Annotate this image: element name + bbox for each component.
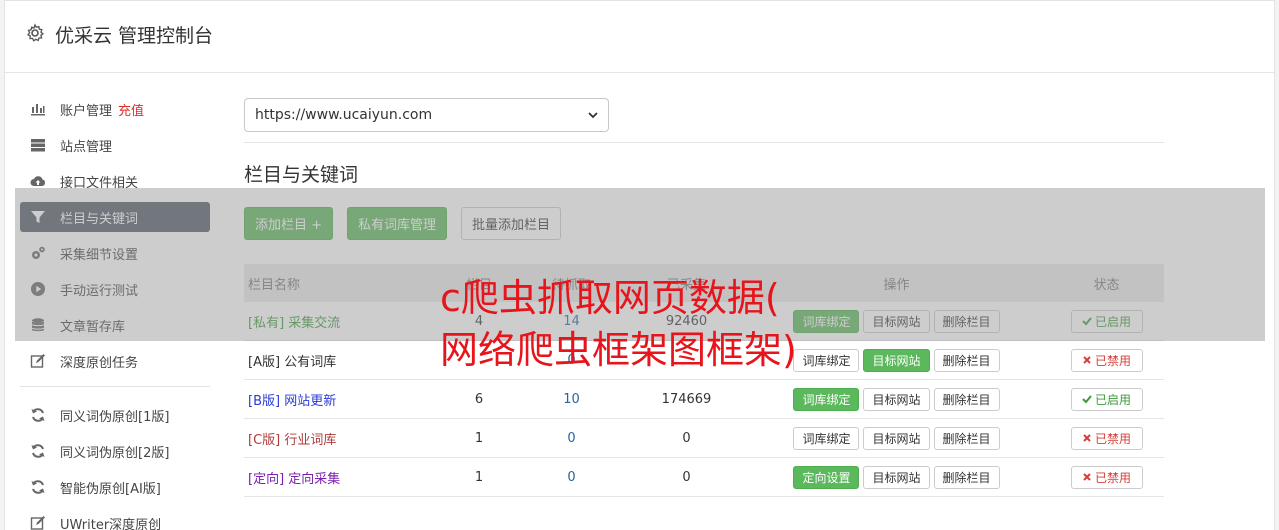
status-cell: 已禁用 [1049,465,1164,489]
gear-icon [27,23,45,42]
target-site-button[interactable]: 目标网站 [863,348,930,372]
column-name[interactable]: [B版] 网站更新 [244,390,444,409]
row-actions: 词库绑定 目标网站 删除栏目 [744,426,1049,450]
watermark-text: c爬虫抓取网页数据( 网络爬虫框架图框架) [440,272,797,376]
cell-col4: 0 [682,430,691,446]
bind-lib-button[interactable]: 词库绑定 [793,348,860,372]
bar-chart-icon [31,104,45,116]
table-row: [C版] 行业词库 1 0 0 词库绑定 目标网站 删除栏目 已禁用 [244,419,1164,458]
sidebar-divider [20,386,210,387]
edit-icon [30,516,45,530]
table-row: [定向] 定向采集 1 0 0 定向设置 目标网站 删除栏目 已禁用 [244,458,1164,497]
status-label: 已启用 [1094,392,1131,407]
check-icon [1082,395,1092,404]
column-name[interactable]: [C版] 行业词库 [244,429,444,448]
delete-column-button[interactable]: 删除栏目 [933,348,1000,372]
sidebar-item-label: UWriter深度原创 [60,517,162,530]
cell-col2: 6 [474,391,484,407]
column-title: 定向采集 [288,471,341,487]
delete-column-button[interactable]: 删除栏目 [933,387,1000,411]
cloud-upload-icon [30,176,46,186]
site-select[interactable]: https://www.ucaiyun.com [244,98,609,132]
cell-col4: 174669 [661,391,712,407]
table-row: [B版] 网站更新 6 10 174669 词库绑定 目标网站 删除栏目 已启用 [244,380,1164,419]
watermark-line-1: c爬虫抓取网页数据( [440,276,780,320]
target-site-button[interactable]: 目标网站 [863,387,930,411]
column-tag: [定向] [248,471,285,487]
status-toggle-button[interactable]: 已禁用 [1070,465,1143,489]
refresh-icon [31,444,45,458]
chevron-down-icon [588,112,598,119]
cell-col2: 1 [474,430,484,446]
column-title: 网站更新 [284,393,337,409]
cell-col3[interactable]: 10 [514,392,629,407]
x-icon [1083,434,1091,442]
column-tag: [A版] [248,354,281,370]
cell-col3[interactable]: 0 [514,431,629,446]
sidebar-item-deep-original[interactable]: 深度原创任务 [20,346,210,376]
sidebar-item-label: 账户管理 [60,103,113,119]
watermark-line-2: 网络爬虫框架图框架) [440,328,797,372]
delete-column-button[interactable]: 删除栏目 [933,465,1000,489]
column-title: 行业词库 [284,432,337,448]
section-title: 栏目与关键词 [244,164,359,186]
x-icon [1083,473,1091,481]
status-toggle-button[interactable]: 已禁用 [1070,348,1143,372]
target-site-button[interactable]: 目标网站 [863,426,930,450]
bind-lib-button[interactable]: 定向设置 [793,465,860,489]
status-cell: 已禁用 [1049,426,1164,450]
target-site-button[interactable]: 目标网站 [863,465,930,489]
row-actions: 词库绑定 目标网站 删除栏目 [744,387,1049,411]
sidebar-item-label: 深度原创任务 [60,355,139,371]
sidebar-item-label: 站点管理 [60,139,113,155]
sidebar-item-uwriter[interactable]: UWriter深度原创 [20,508,210,530]
bind-lib-button[interactable]: 词库绑定 [793,387,860,411]
cell-col2: 1 [474,469,484,485]
column-tag: [C版] [248,432,281,448]
delete-column-button[interactable]: 删除栏目 [933,426,1000,450]
status-label: 已禁用 [1094,431,1131,446]
sidebar-item-smart-ai[interactable]: 智能伪原创[AI版] [20,472,210,502]
column-name[interactable]: [定向] 定向采集 [244,468,444,487]
status-toggle-button[interactable]: 已禁用 [1070,426,1143,450]
status-label: 已禁用 [1094,470,1131,485]
bind-lib-button[interactable]: 词库绑定 [793,426,860,450]
page-header: 优采云 管理控制台 [5,1,1274,73]
sidebar-item-synonym-v1[interactable]: 同义词伪原创[1版] [20,400,210,430]
divider [244,142,1164,143]
recharge-link[interactable]: 充值 [118,100,144,119]
refresh-icon [31,480,45,494]
status-cell: 已禁用 [1049,348,1164,372]
page-title: 优采云 管理控制台 [55,25,214,47]
site-select-value: https://www.ucaiyun.com [255,107,433,123]
x-icon [1083,356,1091,364]
sidebar-item-label: 智能伪原创[AI版] [60,481,161,497]
column-title: 公有词库 [284,354,337,370]
status-label: 已禁用 [1094,353,1131,368]
cell-col4: 0 [682,469,691,485]
edit-icon [30,354,45,368]
sidebar-item-sites[interactable]: 站点管理 [20,130,210,160]
status-cell: 已启用 [1049,387,1164,411]
status-toggle-button[interactable]: 已启用 [1070,387,1143,411]
sidebar-item-account[interactable]: 账户管理 充值 [20,94,210,124]
column-tag: [B版] [248,393,281,409]
sidebar-item-label: 同义词伪原创[1版] [60,409,170,425]
column-name[interactable]: [A版] 公有词库 [244,351,444,370]
sidebar-item-synonym-v2[interactable]: 同义词伪原创[2版] [20,436,210,466]
row-actions: 定向设置 目标网站 删除栏目 [744,465,1049,489]
server-icon [31,139,45,152]
refresh-icon [31,408,45,422]
sidebar-item-label: 同义词伪原创[2版] [60,445,170,461]
cell-col3[interactable]: 0 [514,470,629,485]
